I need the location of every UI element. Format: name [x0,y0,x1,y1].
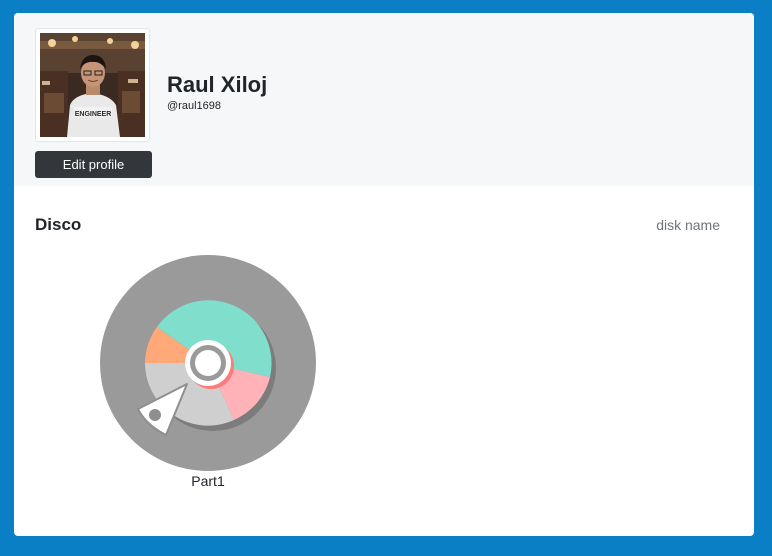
profile-username: @raul1698 [167,100,221,112]
disk-label: Part1 [191,473,225,489]
disk-item-part1[interactable]: Part1 [100,255,316,507]
avatar-frame: ENGINEER [35,28,150,142]
svg-text:ENGINEER: ENGINEER [75,111,112,118]
edit-profile-button[interactable]: Edit profile [35,151,152,178]
profile-header: ENGINEER Edit profile Raul Xiloj @raul16… [14,13,754,186]
profile-card: ENGINEER Edit profile Raul Xiloj @raul16… [14,13,754,536]
avatar: ENGINEER [40,33,145,137]
disk-icon [100,255,316,471]
profile-name: Raul Xiloj [167,72,268,97]
disk-name-label: disk name [656,217,720,233]
section-title: Disco [35,215,82,234]
avatar-photo: ENGINEER [40,33,145,137]
